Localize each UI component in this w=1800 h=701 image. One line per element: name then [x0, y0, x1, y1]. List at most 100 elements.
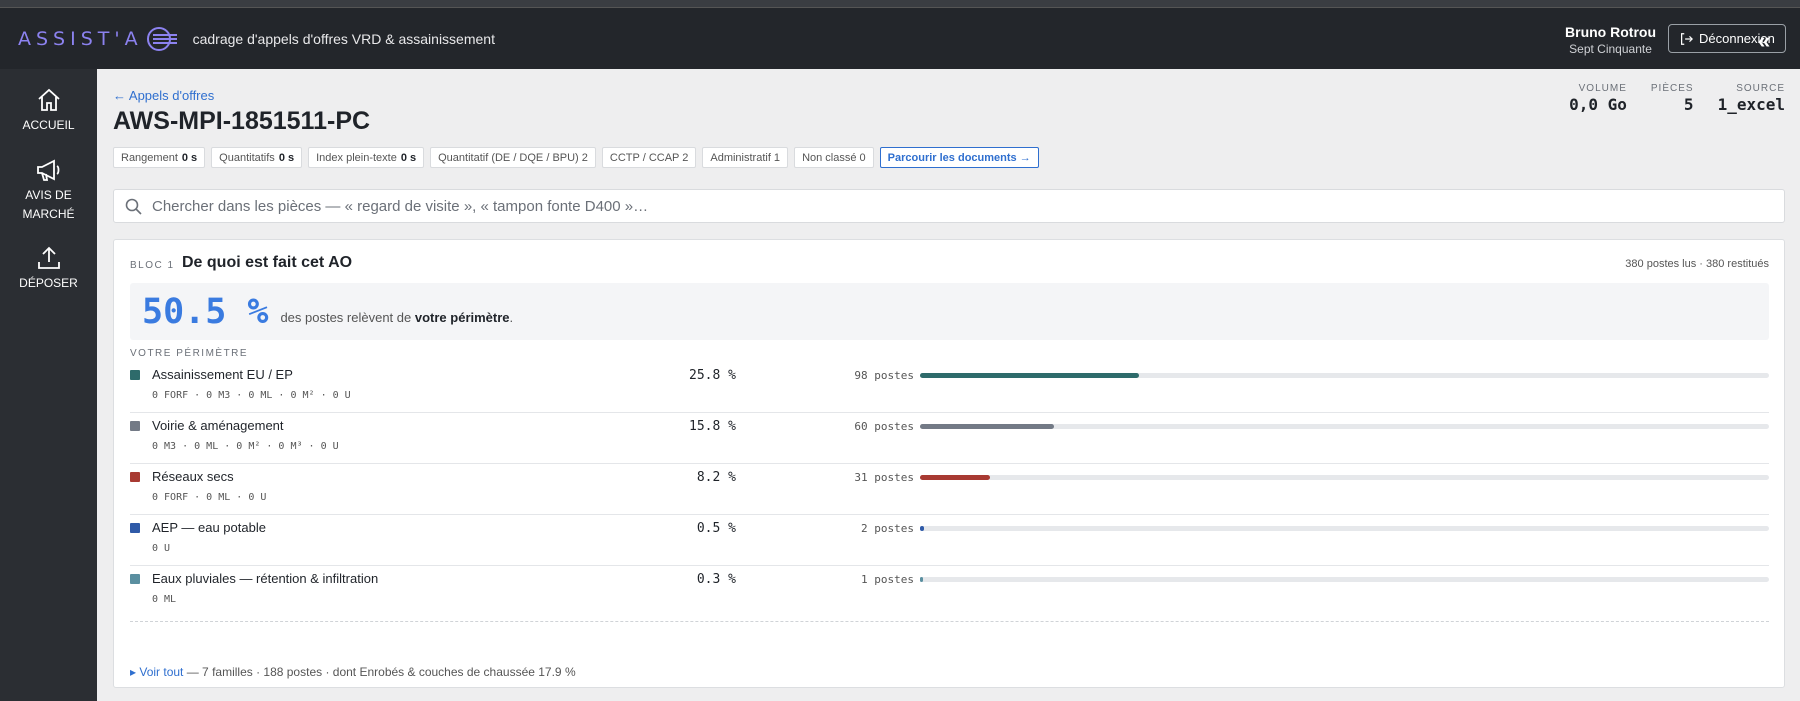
back-to-appels-link[interactable]: ← Appels d'offres [113, 88, 214, 103]
progress-track [920, 373, 1769, 378]
app-logo[interactable]: ASSIST'A [18, 26, 177, 51]
sidebar-item-label: ACCUEIL [22, 118, 75, 132]
user-info: Bruno Rotrou Sept Cinquante [1565, 24, 1656, 56]
progress-track [920, 424, 1769, 429]
family-percentage: 0.3 % [696, 572, 736, 587]
bloc-title: De quoi est fait cet AO [182, 254, 353, 271]
color-swatch [130, 370, 140, 380]
family-count: 98 postes [854, 369, 914, 382]
sidebar-item-deposer[interactable]: DÉPOSER [0, 245, 97, 293]
chip-label: Quantitatif (DE / DQE / BPU) 2 [438, 151, 588, 164]
stat-value: 1_excel [1717, 95, 1785, 114]
family-percentage: 0.5 % [696, 521, 736, 536]
voir-tout-link[interactable]: ▸ Voir tout [130, 665, 183, 679]
chip-label: Administratif 1 [710, 151, 781, 164]
chip-label: CCTP / CCAP 2 [609, 151, 689, 164]
bloc-meta: 380 postes lus · 380 restitués [1625, 258, 1769, 270]
family-count: 1 postes [861, 573, 914, 586]
family-count: 60 postes [854, 420, 914, 433]
app-subtitle: cadrage d'appels d'offres VRD & assainis… [192, 30, 495, 47]
family-percentage: 25.8 % [689, 368, 736, 383]
perimeter-text: des postes relèvent de votre périmètre. [280, 310, 513, 325]
perimeter-text-before: des postes relèvent de [280, 310, 412, 325]
progress-track [920, 475, 1769, 480]
chip-non-classe[interactable]: Non classé 0 [794, 147, 874, 168]
chip-value: 0 s [400, 151, 417, 164]
chip-administratif[interactable]: Administratif 1 [702, 147, 789, 168]
logout-icon [1681, 32, 1693, 45]
browser-top-strip [0, 0, 1800, 8]
bloc-label: BLOC 1 [130, 260, 175, 271]
user-name: Bruno Rotrou [1565, 24, 1656, 40]
stat-source: SOURCE 1_excel [1718, 83, 1785, 114]
chip-label: Non classé 0 [802, 151, 866, 164]
search-input[interactable] [152, 197, 1784, 215]
logo-text: ASSIST'A [18, 27, 143, 50]
stat-value: 0,0 Go [1569, 95, 1627, 114]
family-label: AEP — eau potable [152, 520, 266, 535]
list-item[interactable]: Voirie & aménagement 0 M3 · 0 ML · 0 M² … [130, 413, 1769, 464]
progress-fill [920, 577, 924, 582]
chip-label: Quantitatifs [219, 151, 275, 164]
main-content: ← Appels d'offres AWS-MPI-1851511-PC VOL… [97, 69, 1800, 701]
stat-value: 5 [1683, 95, 1694, 114]
family-count: 31 postes [854, 471, 914, 484]
footer-summary: — 7 familles · 188 postes · dont Enrobés… [183, 665, 576, 679]
perimeter-percentage: 50.5 % [142, 291, 269, 332]
chip-value: 0 s [278, 151, 295, 164]
perimeter-text-after: . [509, 310, 514, 325]
user-organization: Sept Cinquante [1569, 42, 1652, 56]
upload-icon [37, 246, 60, 269]
family-units: 0 U [152, 543, 171, 554]
chip-index-plein-texte[interactable]: Index plein-texte 0 s [308, 147, 425, 168]
stat-label: VOLUME [1578, 83, 1627, 94]
logo-mark-icon [146, 26, 177, 51]
search-bar [113, 189, 1785, 223]
collapse-chevron-icon[interactable]: « [1758, 28, 1771, 54]
progress-fill [920, 526, 925, 531]
perimeter-text-bold: votre périmètre [414, 310, 510, 325]
list-item[interactable]: AEP — eau potable 0 U 0.5 % 2 postes [130, 515, 1769, 566]
sidebar-item-label: DÉPOSER [19, 276, 78, 290]
progress-fill [920, 424, 1055, 429]
sidebar: ACCUEIL AVIS DE MARCHÉ DÉPOSER [0, 69, 97, 701]
color-swatch [130, 523, 140, 533]
browse-documents-button[interactable]: Parcourir les documents → [879, 147, 1039, 168]
stat-pieces: PIÈCES 5 [1651, 83, 1694, 114]
home-icon [37, 88, 60, 111]
color-swatch [130, 421, 140, 431]
sidebar-item-accueil[interactable]: ACCUEIL [0, 87, 97, 135]
family-label: Assainissement EU / EP [152, 367, 293, 382]
family-units: 0 FORF · 0 M3 · 0 ML · 0 M² · 0 U [152, 390, 351, 401]
chip-value: 0 s [181, 151, 198, 164]
chip-quantitatifs[interactable]: Quantitatifs 0 s [211, 147, 303, 168]
family-footer: ▸ Voir tout — 7 familles · 188 postes · … [130, 665, 576, 679]
megaphone-icon [36, 159, 59, 181]
progress-track [920, 577, 1769, 582]
chip-rangement[interactable]: Rangement 0 s [113, 147, 206, 168]
logout-button[interactable]: Déconnexion [1668, 24, 1786, 53]
perimeter-highlight: 50.5 % des postes relèvent de votre péri… [130, 283, 1769, 340]
page-title: AWS-MPI-1851511-PC [113, 107, 371, 135]
family-count: 2 postes [861, 522, 914, 535]
list-item[interactable]: Assainissement EU / EP 0 FORF · 0 M3 · 0… [130, 362, 1769, 413]
progress-track [920, 526, 1769, 531]
bloc-card: BLOC 1 De quoi est fait cet AO 380 poste… [113, 239, 1785, 688]
sidebar-item-label: AVIS DE MARCHÉ [22, 188, 75, 221]
family-list: Assainissement EU / EP 0 FORF · 0 M3 · 0… [130, 362, 1769, 622]
family-percentage: 15.8 % [689, 419, 736, 434]
color-swatch [130, 472, 140, 482]
chip-cctp-ccap[interactable]: CCTP / CCAP 2 [601, 147, 697, 168]
family-percentage: 8.2 % [696, 470, 736, 485]
family-label: Eaux pluviales — rétention & infiltratio… [152, 571, 379, 586]
top-bar: ASSIST'A cadrage d'appels d'offres VRD &… [0, 8, 1800, 69]
progress-fill [920, 373, 1140, 378]
progress-fill [920, 475, 990, 480]
list-item[interactable]: Réseaux secs 0 FORF · 0 ML · 0 U 8.2 % 3… [130, 464, 1769, 515]
family-label: Réseaux secs [152, 469, 234, 484]
family-label: Voirie & aménagement [152, 418, 284, 433]
sidebar-item-avis-de-marche[interactable]: AVIS DE MARCHÉ [0, 157, 97, 224]
summary-stats: VOLUME 0,0 Go PIÈCES 5 SOURCE 1_excel [1569, 83, 1785, 114]
chip-quantitatif-de-dqe-bpu[interactable]: Quantitatif (DE / DQE / BPU) 2 [430, 147, 596, 168]
list-item[interactable]: Eaux pluviales — rétention & infiltratio… [130, 566, 1769, 622]
